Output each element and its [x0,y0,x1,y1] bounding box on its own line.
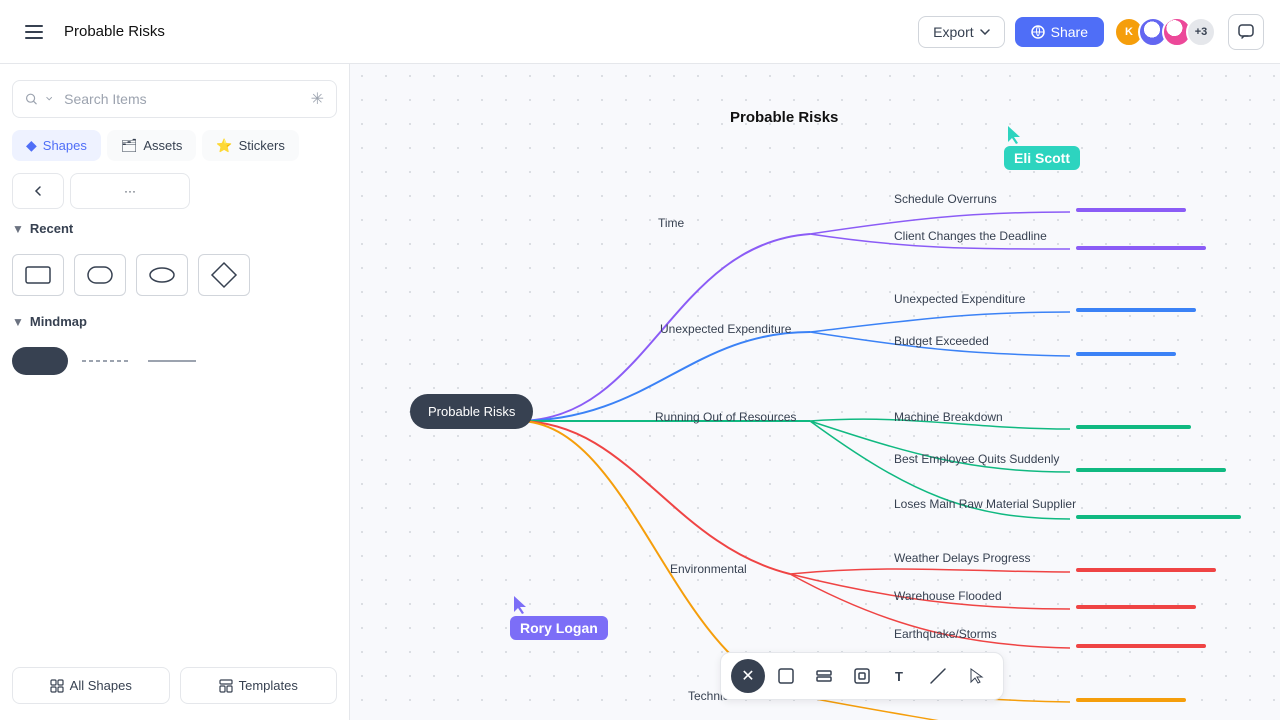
mindmap-section-header[interactable]: ▼ Mindmap [12,314,337,329]
recent-shapes-grid [12,248,337,302]
templates-button[interactable]: Templates [180,667,338,704]
mindmap-line1-shape[interactable] [78,347,134,375]
leaf-unexpected-expenditure: Unexpected Expenditure [894,292,1025,306]
collaborator-avatars: K +3 [1114,17,1216,47]
search-input[interactable] [64,91,302,107]
leaf-earthquake-storms: Earthquake/Storms [894,627,997,641]
eli-cursor-label: Eli Scott [1004,146,1080,170]
leaf-raw-material: Loses Main Raw Material Supplier [894,497,1076,511]
chevron-down-icon: ▼ [12,315,24,329]
bottom-toolbar: ✕ T [720,652,1004,700]
assets-icon: 🗂 [121,138,138,154]
tool-rectangle[interactable] [769,659,803,693]
tab-shapes[interactable]: ◆ Shapes [12,130,101,161]
search-dropdown-icon[interactable] [46,96,52,102]
scroll-label[interactable]: ··· [70,173,190,209]
tool-text[interactable]: T [883,659,917,693]
scroll-tabs: ··· [12,173,337,209]
chevron-down-icon: ▼ [12,222,24,236]
recent-section-header[interactable]: ▼ Recent [12,221,337,236]
shape-ellipse[interactable] [136,254,188,296]
all-shapes-button[interactable]: All Shapes [12,667,170,704]
shape-rectangle[interactable] [12,254,64,296]
tool-line[interactable] [921,659,955,693]
canvas[interactable]: Probable Risks [350,64,1280,720]
header-actions: Export Share K +3 [918,16,1216,48]
rory-cursor-pointer [510,594,530,616]
mindmap-line2-shape[interactable] [144,347,200,375]
diagram-title: Probable Risks [730,109,838,126]
share-button[interactable]: Share [1015,17,1104,47]
header: Probable Risks Export Share K +3 [0,0,1280,64]
eli-cursor-pointer [1004,124,1024,146]
leaf-client-changes: Client Changes the Deadline [894,229,1047,243]
leaf-warehouse-flooded: Warehouse Flooded [894,589,1002,603]
tool-layers[interactable] [807,659,841,693]
export-button[interactable]: Export [918,16,1004,48]
branch-time: Time [658,216,684,230]
scroll-left[interactable] [12,173,64,209]
mindmap-shapes-grid [12,341,337,381]
mindmap-svg: Probable Risks [350,64,1280,720]
leaf-schedule-overruns: Schedule Overruns [894,192,997,206]
cursor-rory: Rory Logan [510,594,608,640]
stickers-icon: ⭐ [216,138,232,154]
branch-unexpected: Unexpected Expenditure [660,322,791,336]
tool-select[interactable] [959,659,993,693]
branch-environmental: Environmental [670,562,747,576]
svg-text:T: T [895,669,903,684]
leaf-employee-quits: Best Employee Quits Suddenly [894,452,1059,466]
close-button[interactable]: ✕ [731,659,765,693]
shape-tabs: ◆ Shapes 🗂 Assets ⭐ Stickers [12,130,337,161]
leaf-budget-exceeded: Budget Exceeded [894,334,989,348]
tab-stickers[interactable]: ⭐ Stickers [202,130,298,161]
document-title: Probable Risks [64,23,906,40]
pin-icon[interactable]: ✳ [311,89,324,109]
sidebar: ✳ ◆ Shapes 🗂 Assets ⭐ Stickers ··· [0,64,350,720]
branch-resources: Running Out of Resources [655,410,796,424]
cursor-eli: Eli Scott [1004,124,1080,170]
comment-button[interactable] [1228,14,1264,50]
shapes-icon: ◆ [26,137,37,154]
central-node[interactable]: Probable Risks [410,394,533,429]
shape-rounded-rectangle[interactable] [74,254,126,296]
mindmap-node-shape[interactable] [12,347,68,375]
rory-cursor-label: Rory Logan [510,616,608,640]
leaf-machine-breakdown: Machine Breakdown [894,410,1003,424]
leaf-weather-delays: Weather Delays Progress [894,551,1031,565]
main-layout: ✳ ◆ Shapes 🗂 Assets ⭐ Stickers ··· [0,64,1280,720]
search-bar: ✳ [12,80,337,118]
tab-assets[interactable]: 🗂 Assets [107,130,197,161]
all-shapes-icon [50,679,64,693]
templates-icon [219,679,233,693]
tool-frame[interactable] [845,659,879,693]
menu-button[interactable] [16,14,52,50]
search-icon [25,91,38,107]
shape-diamond[interactable] [198,254,250,296]
sidebar-footer: All Shapes Templates [12,667,337,704]
avatar-count: +3 [1186,17,1216,47]
